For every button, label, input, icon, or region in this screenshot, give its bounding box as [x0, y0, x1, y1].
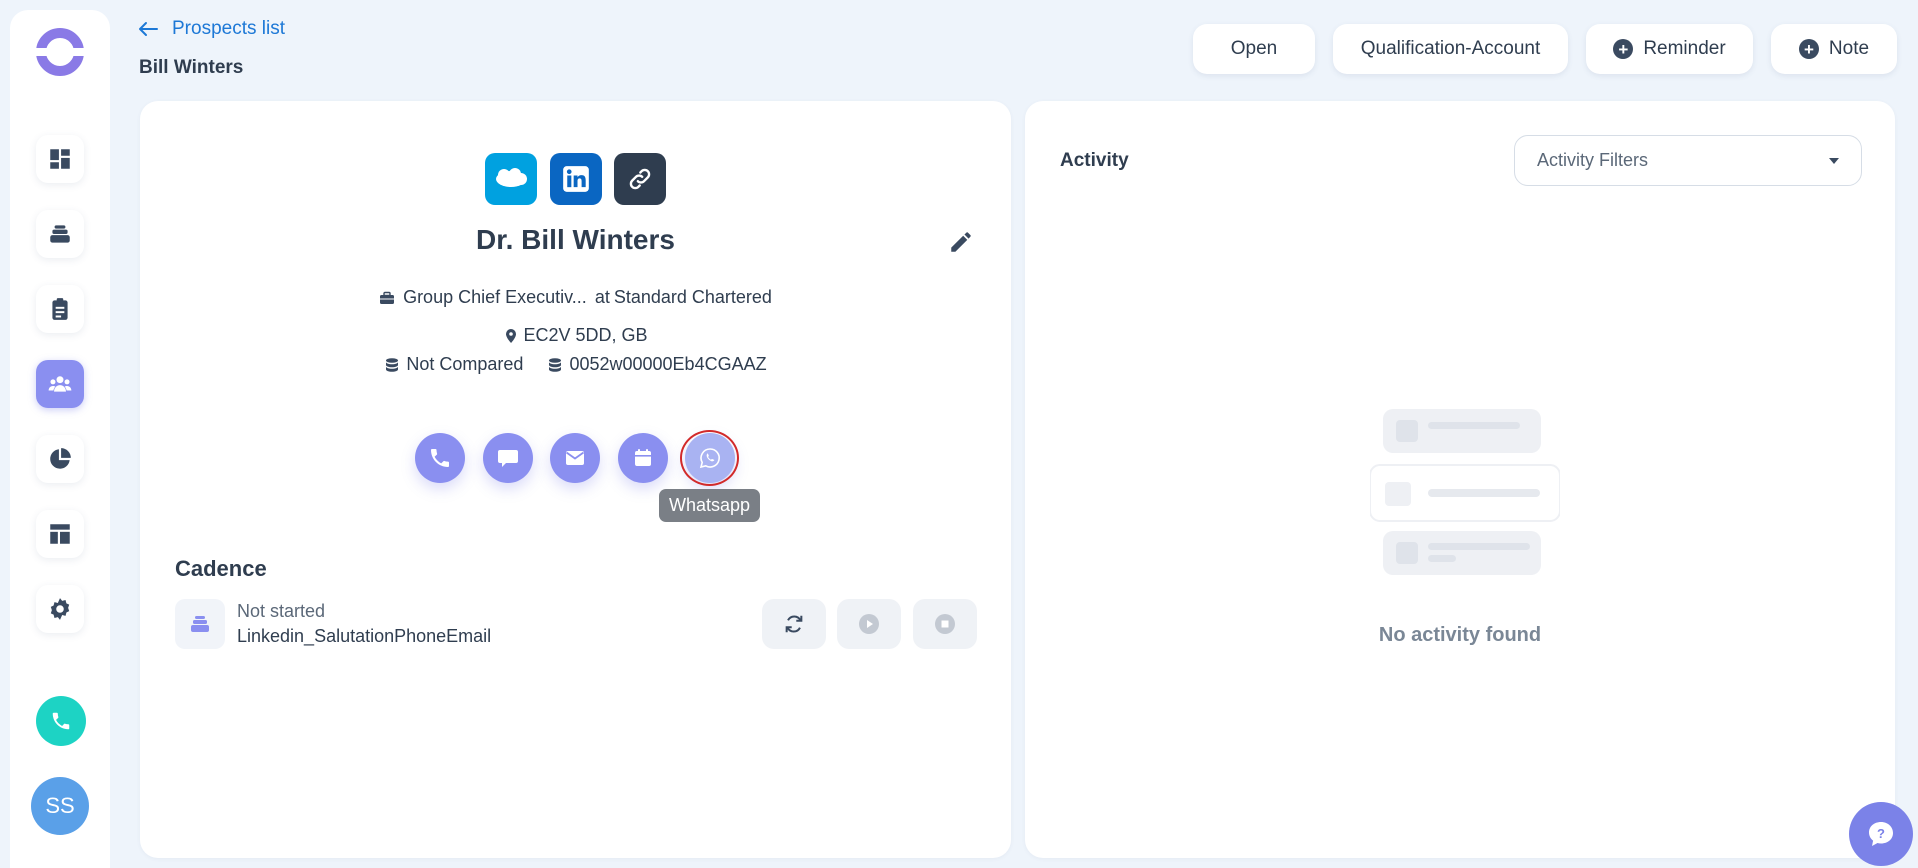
- reminder-button[interactable]: + Reminder: [1586, 24, 1753, 74]
- help-button[interactable]: ?: [1849, 802, 1913, 866]
- caret-down-icon: [1829, 157, 1839, 164]
- help-chat-icon: ?: [1869, 822, 1893, 846]
- empty-state-illustration: [1370, 409, 1560, 575]
- company-name: Standard Chartered: [613, 287, 772, 307]
- dashboard-icon: [50, 149, 70, 169]
- layers-icon: [50, 225, 70, 243]
- back-link[interactable]: Prospects list: [138, 18, 285, 40]
- calendar-icon: [635, 449, 651, 466]
- email-icon: [565, 451, 585, 465]
- svg-text:?: ?: [1877, 826, 1885, 841]
- salesforce-link[interactable]: [485, 153, 537, 205]
- activity-title: Activity: [1060, 150, 1129, 171]
- database-icon: [549, 357, 562, 372]
- phone-icon: [431, 449, 449, 467]
- status-button[interactable]: Open: [1193, 24, 1315, 74]
- compare-status: Not Compared: [406, 354, 524, 374]
- external-link-button[interactable]: [614, 153, 666, 205]
- link-icon: [629, 168, 651, 190]
- whatsapp-focus-ring: [680, 430, 739, 486]
- linkedin-icon: [563, 166, 589, 192]
- phone-icon: [52, 712, 70, 730]
- back-link-label: Prospects list: [172, 18, 285, 39]
- sidebar: SS: [10, 10, 110, 868]
- crm-row: Not Compared 0052w00000Eb4CGAAZ: [140, 354, 1011, 375]
- page-title: Bill Winters: [139, 57, 244, 78]
- sidebar-item-prospects[interactable]: [36, 360, 84, 408]
- sidebar-item-cadences[interactable]: [36, 210, 84, 258]
- message-action-button[interactable]: [483, 433, 533, 483]
- layers-icon: [191, 616, 209, 632]
- sidebar-item-dashboard[interactable]: [36, 135, 84, 183]
- email-action-button[interactable]: [550, 433, 600, 483]
- activity-card: Activity Activity Filters No activity fo…: [1025, 101, 1895, 858]
- refresh-icon: [785, 615, 803, 633]
- location: EC2V 5DD, GB: [523, 325, 648, 345]
- gear-icon: [50, 598, 70, 620]
- job-title-row: Group Chief Executiv... at Standard Char…: [140, 287, 1011, 308]
- cadence-icon-box: [175, 599, 225, 649]
- pencil-icon[interactable]: [948, 229, 974, 255]
- prospect-card: Dr. Bill Winters Group Chief Executiv...…: [140, 101, 1011, 858]
- briefcase-icon: [380, 291, 395, 304]
- crm-id: 0052w00000Eb4CGAAZ: [569, 354, 767, 374]
- cadence-start-button[interactable]: [837, 599, 901, 649]
- user-avatar[interactable]: SS: [31, 777, 89, 835]
- play-circle-icon: [859, 614, 879, 634]
- salesforce-icon: [496, 168, 527, 187]
- note-button-label: Note: [1828, 38, 1870, 59]
- whatsapp-tooltip: Whatsapp: [659, 489, 761, 522]
- stage-button[interactable]: Qualification-Account: [1333, 24, 1568, 74]
- layout-icon: [50, 524, 70, 544]
- app-logo: [36, 28, 84, 76]
- company-prefix: at: [594, 287, 610, 307]
- map-pin-icon: [506, 328, 517, 343]
- cadence-status: Not started: [237, 601, 326, 621]
- stop-circle-icon: [935, 614, 955, 634]
- call-button[interactable]: [36, 696, 86, 746]
- sidebar-item-reports[interactable]: [36, 435, 84, 483]
- note-button[interactable]: + Note: [1771, 24, 1897, 74]
- chat-icon: [498, 450, 518, 467]
- activity-filters-placeholder: Activity Filters: [1537, 150, 1649, 170]
- status-button-label: Open: [1230, 38, 1278, 59]
- sidebar-item-tasks[interactable]: [36, 285, 84, 333]
- pie-chart-icon: [50, 448, 71, 469]
- activity-filters-dropdown[interactable]: Activity Filters: [1514, 135, 1862, 186]
- cadence-name[interactable]: Linkedin_SalutationPhoneEmail: [237, 626, 491, 647]
- cadence-reschedule-button[interactable]: [762, 599, 826, 649]
- sidebar-item-templates[interactable]: [36, 510, 84, 558]
- database-icon: [386, 357, 399, 372]
- prospect-name: Dr. Bill Winters: [476, 224, 675, 255]
- empty-state-text: No activity found: [1378, 624, 1542, 646]
- sidebar-item-settings[interactable]: [36, 585, 84, 633]
- location-row: EC2V 5DD, GB: [140, 325, 1011, 346]
- plus-circle-icon: +: [1613, 39, 1634, 59]
- clipboard-icon: [52, 298, 68, 320]
- cadence-stop-button[interactable]: [913, 599, 977, 649]
- call-action-button[interactable]: [415, 433, 465, 483]
- stage-button-label: Qualification-Account: [1360, 38, 1541, 59]
- arrow-left-icon: [139, 22, 158, 36]
- reminder-button-label: Reminder: [1643, 38, 1726, 59]
- meeting-action-button[interactable]: [618, 433, 668, 483]
- linkedin-link[interactable]: [550, 153, 602, 205]
- job-title: Group Chief Executiv...: [403, 287, 587, 307]
- cadence-title: Cadence: [175, 556, 267, 581]
- plus-circle-icon: +: [1798, 39, 1819, 59]
- users-icon: [48, 376, 72, 392]
